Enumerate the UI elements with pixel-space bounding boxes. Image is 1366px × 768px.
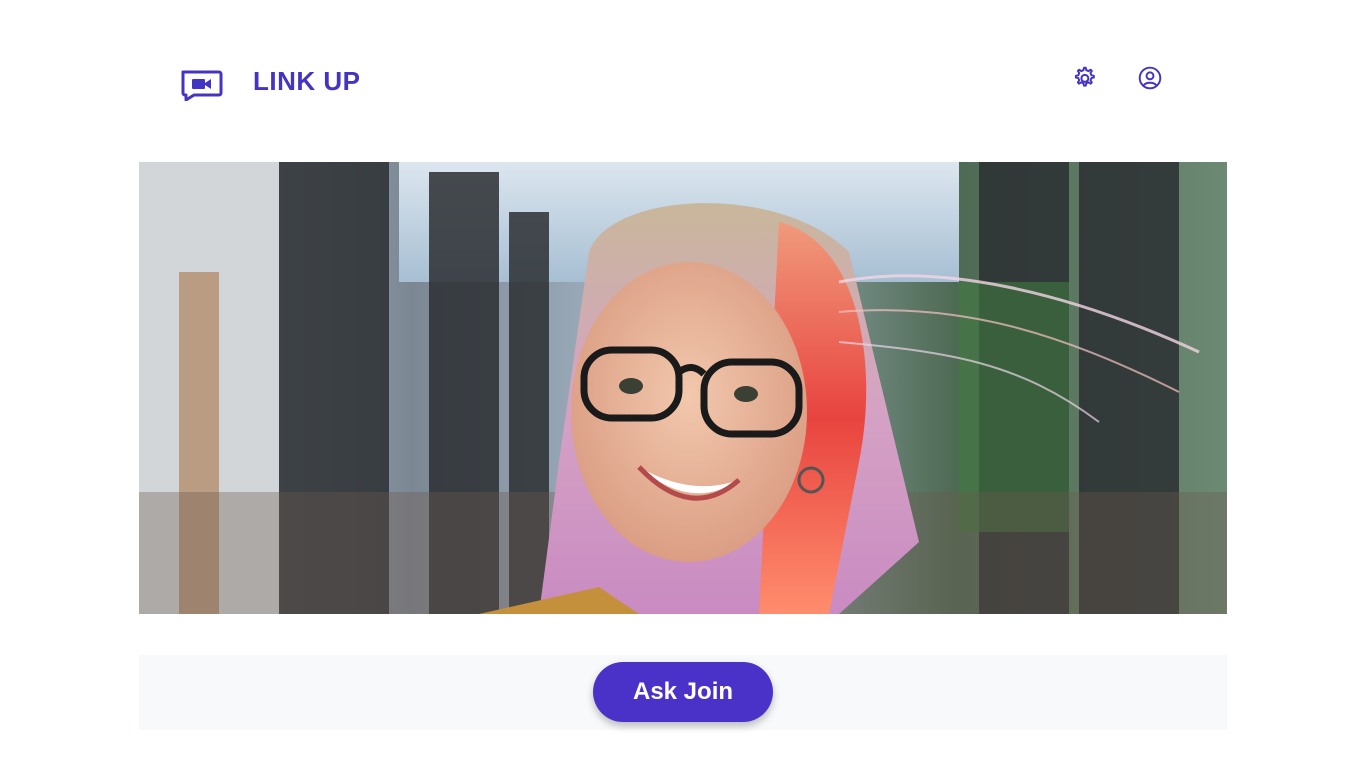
camera-preview bbox=[139, 162, 1227, 614]
user-circle-icon bbox=[1137, 65, 1163, 96]
video-chat-icon bbox=[180, 69, 224, 102]
app-title: LINK UP bbox=[253, 66, 361, 96]
ask-join-button[interactable]: Ask Join bbox=[593, 662, 773, 722]
control-bar: Ask Join bbox=[139, 655, 1227, 730]
profile-button[interactable] bbox=[1136, 66, 1164, 94]
app-header: LINK UP bbox=[0, 0, 1366, 162]
settings-button[interactable] bbox=[1070, 66, 1098, 94]
gear-icon bbox=[1071, 65, 1097, 96]
